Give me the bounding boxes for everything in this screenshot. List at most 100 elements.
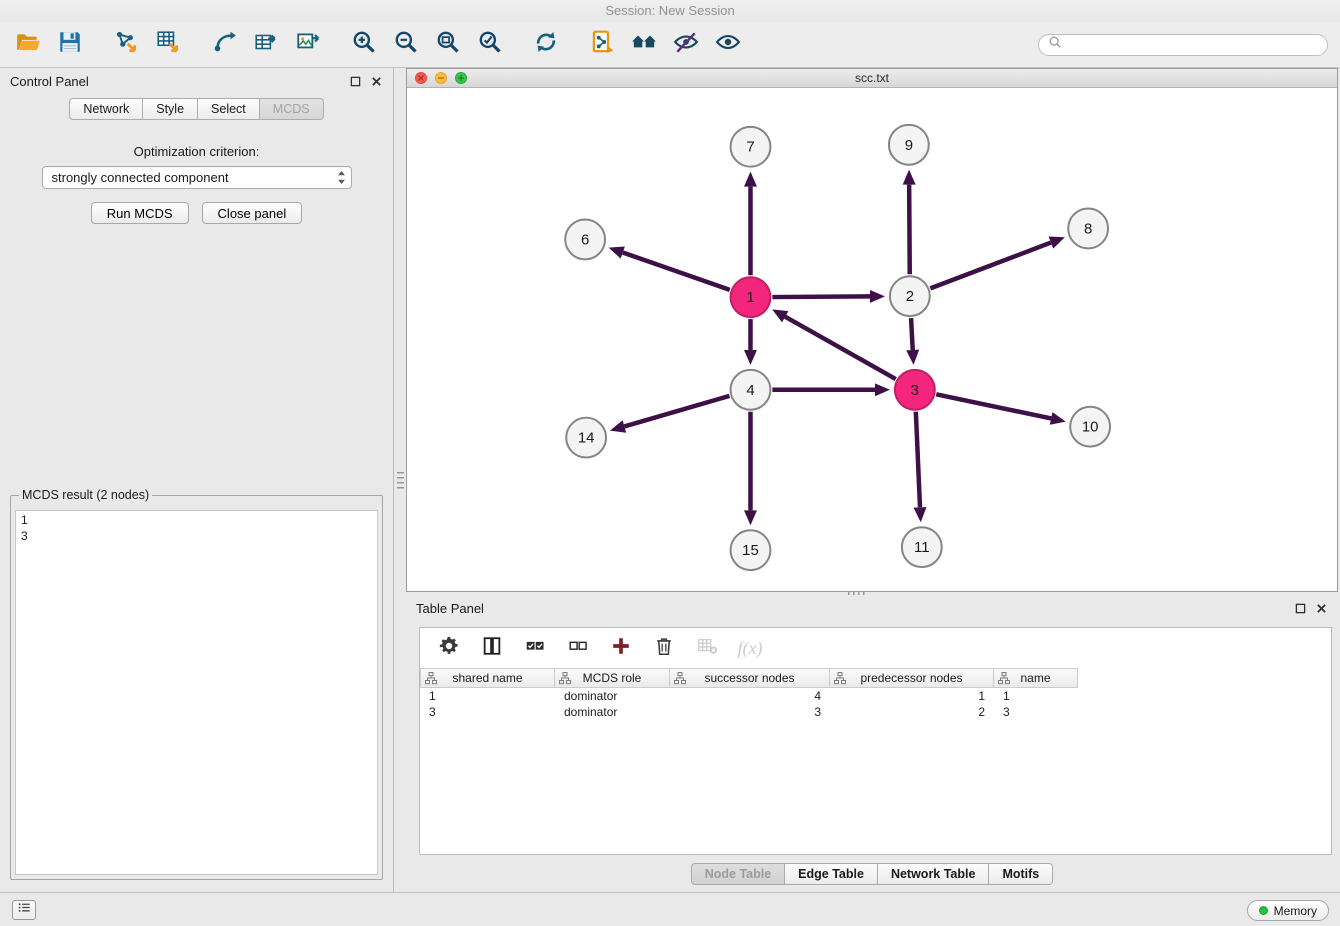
graph-edge-arrow-1-7 xyxy=(744,172,757,187)
network-overview-button[interactable] xyxy=(586,29,618,61)
zoom-in-button[interactable] xyxy=(348,29,380,61)
graph-edge-arrow-2-8 xyxy=(1049,237,1065,249)
graph-edge-arrow-2-3 xyxy=(906,350,919,365)
eye-brush-icon xyxy=(673,29,699,60)
select-all-rows-button[interactable] xyxy=(522,635,548,661)
zoom-out-icon xyxy=(393,29,419,60)
import-table-from-file-button[interactable] xyxy=(152,29,184,61)
graph-edge-2-8[interactable] xyxy=(930,243,1051,289)
create-column-button[interactable] xyxy=(608,635,634,661)
mcds-result-group: MCDS result (2 nodes) 1 3 xyxy=(10,488,383,880)
vertical-splitter[interactable] xyxy=(394,68,406,892)
network-canvas[interactable]: 7 9 6 8 1 2 4 3 14 10 15 11 xyxy=(407,88,1337,591)
criterion-select[interactable]: strongly connected component xyxy=(42,166,352,189)
tab-edge-table[interactable]: Edge Table xyxy=(785,863,878,885)
window-minimize-button[interactable] xyxy=(435,72,447,84)
deselect-all-rows-button[interactable] xyxy=(565,635,591,661)
tab-motifs[interactable]: Motifs xyxy=(989,863,1053,885)
graph-node-10[interactable]: 10 xyxy=(1070,407,1110,447)
graph-node-11[interactable]: 11 xyxy=(902,527,942,567)
export-image-button[interactable] xyxy=(292,29,324,61)
table-delete-icon xyxy=(696,635,718,662)
table-row[interactable]: 3dominator323 xyxy=(420,704,1331,720)
graph-node-9[interactable]: 9 xyxy=(889,125,929,165)
table-options-button[interactable] xyxy=(436,635,462,661)
graph-node-15[interactable]: 15 xyxy=(731,530,771,570)
cell-predecessor-nodes: 1 xyxy=(830,688,994,704)
control-tab-mcds[interactable]: MCDS xyxy=(260,98,324,120)
graph-node-2[interactable]: 2 xyxy=(890,276,930,316)
graph-node-14[interactable]: 14 xyxy=(566,418,606,458)
cell-name: 1 xyxy=(994,688,1078,704)
close-panel-icon[interactable] xyxy=(369,74,383,88)
graph-edge-1-6[interactable] xyxy=(623,253,730,290)
show-hidden-panels-button[interactable] xyxy=(12,900,36,920)
graph-edge-4-14[interactable] xyxy=(624,396,729,427)
cell-shared-name: 3 xyxy=(420,704,555,720)
apply-layout-button[interactable] xyxy=(530,29,562,61)
select-arrows-icon xyxy=(337,170,346,185)
show-columns-button[interactable] xyxy=(479,635,505,661)
folder-open-icon xyxy=(15,29,41,60)
table-panel-title: Table Panel xyxy=(416,601,484,616)
export-table-button[interactable] xyxy=(250,29,282,61)
run-mcds-button[interactable]: Run MCDS xyxy=(91,202,189,224)
svg-text:4: 4 xyxy=(746,382,754,399)
zoom-fit-icon xyxy=(435,29,461,60)
float-panel-icon[interactable] xyxy=(348,74,362,88)
graph-node-3[interactable]: 3 xyxy=(895,370,935,410)
zoom-fit-content-button[interactable] xyxy=(432,29,464,61)
function-builder-button: f(x) xyxy=(737,635,763,661)
column-header-predecessor-nodes[interactable]: predecessor nodes xyxy=(830,668,994,688)
graph-edge-2-9[interactable] xyxy=(909,185,910,275)
column-header-successor-nodes[interactable]: successor nodes xyxy=(670,668,830,688)
search-input[interactable] xyxy=(1067,38,1318,52)
import-network-from-file-button[interactable] xyxy=(110,29,142,61)
show-graphics-details-button[interactable] xyxy=(670,29,702,61)
criterion-select-value: strongly connected component xyxy=(52,170,229,185)
zoom-out-button[interactable] xyxy=(390,29,422,61)
column-header-name[interactable]: name xyxy=(994,668,1078,688)
delete-columns-button[interactable] xyxy=(651,635,677,661)
graph-node-6[interactable]: 6 xyxy=(565,219,605,259)
tab-node-table[interactable]: Node Table xyxy=(691,863,785,885)
graph-node-1[interactable]: 1 xyxy=(731,277,771,317)
search-field[interactable] xyxy=(1038,34,1328,56)
control-tab-style[interactable]: Style xyxy=(143,98,198,120)
graph-edge-arrow-2-9 xyxy=(903,170,916,185)
window-title: Session: New Session xyxy=(605,3,734,18)
graph-edge-1-2[interactable] xyxy=(772,296,870,297)
close-panel-button[interactable]: Close panel xyxy=(202,202,303,224)
float-table-panel-icon[interactable] xyxy=(1293,601,1307,615)
zoom-selected-region-button[interactable] xyxy=(474,29,506,61)
graph-edge-3-11[interactable] xyxy=(916,412,920,508)
open-session-button[interactable] xyxy=(12,29,44,61)
home-button[interactable] xyxy=(628,29,660,61)
memory-button[interactable]: Memory xyxy=(1247,900,1329,921)
birds-eye-view-button[interactable] xyxy=(712,29,744,61)
column-header-mcds-role[interactable]: MCDS role xyxy=(555,668,670,688)
graph-edge-2-3[interactable] xyxy=(911,318,913,350)
graph-edge-3-1[interactable] xyxy=(785,317,896,379)
graph-node-4[interactable]: 4 xyxy=(731,370,771,410)
mcds-result-box[interactable]: 1 3 xyxy=(15,510,378,875)
export-network-button[interactable] xyxy=(208,29,240,61)
close-table-panel-icon[interactable] xyxy=(1314,601,1328,615)
table-row[interactable]: 1dominator411 xyxy=(420,688,1331,704)
tab-network-table[interactable]: Network Table xyxy=(878,863,990,885)
table-panel-header: Table Panel xyxy=(406,595,1338,621)
graph-edge-3-10[interactable] xyxy=(936,394,1051,418)
window-zoom-button[interactable] xyxy=(455,72,467,84)
control-tab-select[interactable]: Select xyxy=(198,98,260,120)
graph-node-7[interactable]: 7 xyxy=(731,127,771,167)
graph-edge-arrow-4-15 xyxy=(744,510,757,525)
toolbar-group xyxy=(348,29,506,61)
save-session-button[interactable] xyxy=(54,29,86,61)
column-header-label: MCDS role xyxy=(583,671,642,685)
control-tab-network[interactable]: Network xyxy=(69,98,143,120)
column-header-label: shared name xyxy=(452,671,522,685)
graph-node-8[interactable]: 8 xyxy=(1068,209,1108,249)
cell-predecessor-nodes: 2 xyxy=(830,704,994,720)
column-header-shared-name[interactable]: shared name xyxy=(420,668,555,688)
window-close-button[interactable] xyxy=(415,72,427,84)
